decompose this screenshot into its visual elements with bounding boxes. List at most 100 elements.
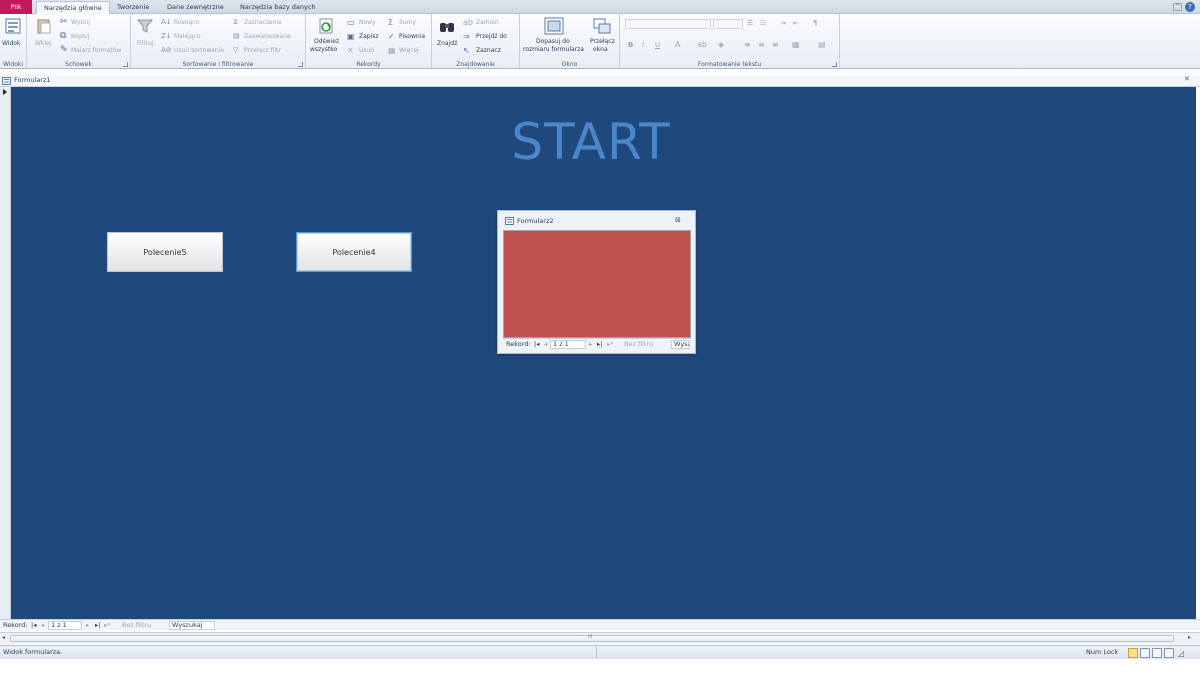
group-window: Dopasuj do rozmiaru formularza Przełącz …: [520, 14, 620, 69]
next-record-icon[interactable]: ▸: [86, 620, 89, 630]
font-name-combo[interactable]: [625, 19, 711, 29]
paste-button[interactable]: Wklej: [35, 40, 51, 47]
search-box[interactable]: Wyszukaj: [169, 621, 215, 630]
switch-windows-button[interactable]: Przełącz: [590, 38, 615, 45]
find-button[interactable]: Znajdź: [437, 40, 457, 47]
start-label: START: [511, 113, 671, 171]
fit-to-form-button[interactable]: Dopasuj do: [536, 38, 570, 45]
new-record-icon: ▭: [347, 18, 355, 27]
more-button[interactable]: Więcej: [399, 47, 419, 54]
subform-search-box[interactable]: Wysz: [671, 340, 690, 349]
remove-sort-button[interactable]: Usuń sortowanie: [174, 47, 224, 54]
datasheet-view-button-icon[interactable]: [1140, 648, 1150, 658]
underline-button[interactable]: U: [655, 41, 660, 49]
record-number[interactable]: 1 z 1: [48, 621, 82, 630]
filter-icon: [137, 19, 153, 33]
outdent-icon[interactable]: ⇤: [793, 19, 799, 28]
delete-icon: ✕: [347, 46, 354, 55]
select-icon: ↖: [463, 46, 470, 55]
last-record-icon[interactable]: ▸|: [95, 620, 100, 630]
group-label-records: Rekordy: [356, 61, 381, 68]
subform-first-record-icon[interactable]: |◂: [534, 339, 539, 349]
cut-button[interactable]: Wytnij: [71, 19, 90, 26]
design-view-button-icon[interactable]: [1164, 648, 1174, 658]
subform-prev-record-icon[interactable]: ◂: [544, 339, 547, 349]
sort-descending-button[interactable]: Malejąco: [174, 33, 201, 40]
scroll-left-icon[interactable]: ◂: [2, 634, 5, 641]
polecenie5-button[interactable]: Polecenie5: [107, 232, 223, 272]
spelling-button[interactable]: Pisownia: [399, 33, 425, 40]
filter-button[interactable]: Filtruj: [137, 40, 154, 47]
filter-indicator[interactable]: Bez filtru: [122, 620, 151, 630]
close-document-icon[interactable]: ✕: [1184, 75, 1190, 83]
select-button[interactable]: Zaznacz: [476, 47, 501, 54]
go-to-button[interactable]: Przejdź do: [476, 33, 507, 40]
advanced-filter-button[interactable]: Zaawansowane: [244, 33, 291, 40]
save-button[interactable]: Zapisz: [359, 33, 379, 40]
prev-record-icon[interactable]: ◂: [41, 620, 44, 630]
current-record-arrow-icon: [3, 89, 7, 95]
record-selector[interactable]: [0, 87, 11, 619]
tab-create[interactable]: Tworzenie: [110, 1, 156, 14]
polecenie4-button[interactable]: Polecenie4: [296, 232, 412, 272]
refresh-all-button[interactable]: Odśwież: [314, 38, 339, 45]
group-clipboard: Wklej ✂ Wytnij ⧉ Kopiuj ✎ Malarz formató…: [27, 14, 131, 69]
tab-file[interactable]: Plik: [0, 0, 32, 14]
view-button[interactable]: Widok: [2, 40, 20, 47]
first-record-icon[interactable]: |◂: [31, 620, 36, 630]
more-icon: ▦: [388, 46, 396, 55]
group-label-find: Znajdowanie: [456, 61, 495, 68]
subform-record-number[interactable]: 1 z 1: [550, 340, 586, 349]
indent-icon[interactable]: ⇥: [780, 19, 786, 28]
subform-last-record-icon[interactable]: ▸|: [597, 339, 602, 349]
form-view-button-icon[interactable]: [1128, 648, 1138, 658]
resize-grip-icon[interactable]: ◿: [1178, 647, 1184, 660]
layout-view-button-icon[interactable]: [1152, 648, 1162, 658]
delete-button[interactable]: Usuń: [359, 47, 374, 54]
align-center-icon[interactable]: ≡: [758, 40, 765, 49]
horizontal-scrollbar[interactable]: ◂ III ▸: [0, 632, 1200, 644]
new-record-nav-icon[interactable]: ▸*: [104, 620, 111, 630]
subform-window[interactable]: Formularz2 ⊠ Rekord: |◂ ◂ 1 z 1 ▸ ▸| ▸* …: [497, 210, 696, 354]
sort-ascending-button[interactable]: Rosnąco: [174, 19, 199, 26]
document-tab-title[interactable]: Formularz1: [14, 76, 51, 84]
align-right-icon[interactable]: ≡: [772, 40, 779, 49]
fill-color-icon[interactable]: ◈: [718, 40, 724, 49]
font-size-combo[interactable]: [713, 19, 743, 29]
highlight-icon[interactable]: ab: [697, 40, 707, 49]
clipboard-launcher-icon[interactable]: [123, 62, 128, 67]
format-painter-button[interactable]: Malarz formatów: [71, 47, 121, 54]
subform-record-label: Rekord:: [506, 340, 531, 348]
gridlines-icon[interactable]: ▦: [792, 40, 800, 49]
align-left-icon[interactable]: ≡: [744, 40, 751, 49]
font-color-icon[interactable]: A: [675, 40, 680, 49]
subform-new-record-icon[interactable]: ▸*: [607, 339, 614, 349]
tab-database-tools[interactable]: Narzędzia bazy danych: [233, 1, 323, 14]
tab-home[interactable]: Narzędzia główne: [36, 1, 110, 15]
text-formatting-launcher-icon[interactable]: [832, 62, 837, 67]
group-views: Widok Widoki: [0, 14, 27, 69]
numbering-icon[interactable]: ☷: [760, 19, 766, 28]
totals-button[interactable]: Sumy: [399, 19, 416, 26]
form-detail-section: START Polecenie5 Polecenie4 Formularz2 ⊠…: [11, 87, 1196, 619]
alternate-row-color-icon[interactable]: ▤: [818, 40, 826, 49]
subform-next-record-icon[interactable]: ▸: [589, 339, 592, 349]
bold-button[interactable]: B: [628, 41, 633, 49]
sort-filter-launcher-icon[interactable]: [298, 62, 303, 67]
bullets-icon[interactable]: ☰: [747, 19, 753, 28]
toggle-filter-button[interactable]: Przełącz filtr: [244, 47, 281, 54]
tab-external-data[interactable]: Dane zewnętrzne: [160, 1, 231, 14]
scroll-right-icon[interactable]: ▸: [1188, 634, 1191, 641]
new-record-button[interactable]: Nowy: [359, 19, 376, 26]
copy-button[interactable]: Kopiuj: [71, 33, 89, 40]
minimize-ribbon-icon[interactable]: ^: [1173, 3, 1182, 11]
replace-button[interactable]: Zamień: [476, 19, 499, 26]
remove-sort-icon: A⊘: [161, 46, 172, 54]
subform-close-icon[interactable]: ⊠: [675, 216, 681, 224]
selection-button[interactable]: Zaznaczenie: [244, 19, 282, 26]
paragraph-icon[interactable]: ¶: [813, 19, 817, 28]
help-icon[interactable]: ?: [1185, 2, 1195, 12]
form-icon: [2, 77, 11, 85]
italic-button[interactable]: I: [642, 41, 644, 49]
subform-filter-indicator[interactable]: Bez filtru: [624, 339, 653, 349]
